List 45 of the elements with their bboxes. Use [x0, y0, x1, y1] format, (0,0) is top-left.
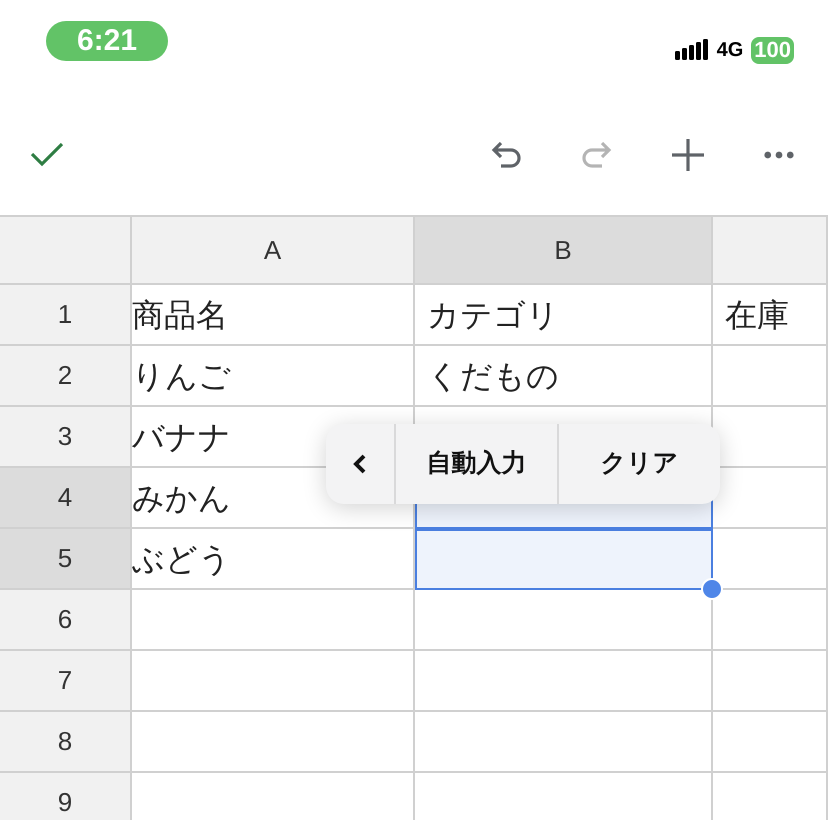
cell-text: カテゴリ	[427, 296, 559, 334]
cell-text: 在庫	[725, 296, 789, 334]
more-icon	[764, 151, 794, 159]
table-cell[interactable]: 在庫	[713, 285, 828, 346]
cell-text: 商品名	[132, 296, 228, 334]
table-cell[interactable]	[132, 712, 415, 773]
chevron-left-icon	[353, 454, 367, 474]
row-header[interactable]: 4	[0, 468, 132, 529]
column-header[interactable]: B	[415, 217, 713, 285]
table-cell[interactable]	[415, 712, 713, 773]
cell-text: ぶどう	[132, 540, 231, 578]
signal-icon	[674, 38, 709, 62]
row-header[interactable]: 7	[0, 651, 132, 712]
row-header[interactable]: 9	[0, 773, 132, 820]
table-cell[interactable]: くだもの	[415, 346, 713, 407]
column-header[interactable]	[713, 217, 828, 285]
network-label: 4G	[716, 38, 744, 63]
cell-text: りんご	[132, 356, 231, 396]
plus-button[interactable]	[669, 136, 707, 174]
status-time: 6:21	[46, 20, 168, 60]
battery-indicator: 100	[751, 36, 794, 64]
cell-text: くだもの	[427, 356, 559, 396]
menu-item[interactable]: クリア	[559, 424, 720, 504]
row-header[interactable]: 2	[0, 346, 132, 407]
table-cell[interactable]	[713, 712, 828, 773]
table-cell[interactable]	[415, 529, 713, 590]
row-header[interactable]: 3	[0, 407, 132, 468]
table-cell[interactable]	[132, 651, 415, 712]
table-cell[interactable]: りんご	[132, 346, 415, 407]
row-header[interactable]: 8	[0, 712, 132, 773]
cell-text: みかん	[132, 478, 231, 518]
menu-item[interactable]: 自動入力	[396, 424, 559, 504]
column-header[interactable]: A	[132, 217, 415, 285]
table-cell[interactable]	[415, 651, 713, 712]
table-cell[interactable]: カテゴリ	[415, 285, 713, 346]
row-header[interactable]: 5	[0, 529, 132, 590]
corner-header[interactable]	[0, 217, 132, 285]
table-cell[interactable]	[713, 346, 828, 407]
row-header[interactable]: 6	[0, 590, 132, 651]
table-cell[interactable]: 商品名	[132, 285, 415, 346]
plus-icon	[669, 136, 707, 174]
table-cell[interactable]	[713, 651, 828, 712]
cell-text: バナナ	[132, 418, 231, 456]
table-cell[interactable]	[132, 590, 415, 651]
row-header[interactable]: 1	[0, 285, 132, 346]
